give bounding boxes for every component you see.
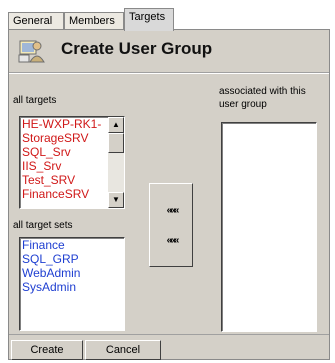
all-target-sets-label: all target sets [13, 220, 73, 231]
dialog-header: Create User Group [17, 35, 321, 65]
add-to-group-button[interactable]: ««« [162, 204, 182, 218]
user-group-icon [17, 35, 47, 65]
tab-general[interactable]: General [8, 12, 64, 30]
tab-members[interactable]: Members [64, 12, 124, 30]
vertical-scrollbar[interactable]: ▲ ▼ [108, 117, 124, 208]
targets-panel: Create User Group all targets HE-WXP-RK1… [8, 29, 330, 360]
associated-label-line2: user group [219, 99, 267, 110]
cancel-button[interactable]: Cancel [85, 340, 161, 360]
all-targets-list[interactable]: HE-WXP-RK1- StorageSRV SQL_Srv IIS_Srv T… [19, 116, 125, 209]
all-targets-label: all targets [13, 95, 57, 106]
list-item[interactable]: SQL_GRP [20, 252, 124, 266]
list-item[interactable]: SysAdmin [20, 280, 124, 294]
list-item[interactable]: Finance [20, 238, 124, 252]
page-title: Create User Group [61, 39, 213, 58]
remove-from-group-button[interactable]: ««« [162, 234, 182, 248]
header-divider [9, 72, 329, 74]
tab-targets[interactable]: Targets [124, 8, 174, 31]
scroll-down-icon[interactable]: ▼ [108, 192, 124, 208]
move-buttons-group: ««« ««« [149, 183, 193, 267]
list-item[interactable]: WebAdmin [20, 266, 124, 280]
all-target-sets-list[interactable]: Finance SQL_GRP WebAdmin SysAdmin [19, 237, 125, 331]
associated-label-line1: associated with this [219, 86, 306, 97]
create-button[interactable]: Create [11, 340, 83, 360]
button-bar: Create Cancel [9, 334, 329, 360]
associated-targets-list[interactable] [221, 122, 317, 332]
scroll-thumb[interactable] [108, 133, 124, 153]
scroll-up-icon[interactable]: ▲ [108, 117, 124, 133]
